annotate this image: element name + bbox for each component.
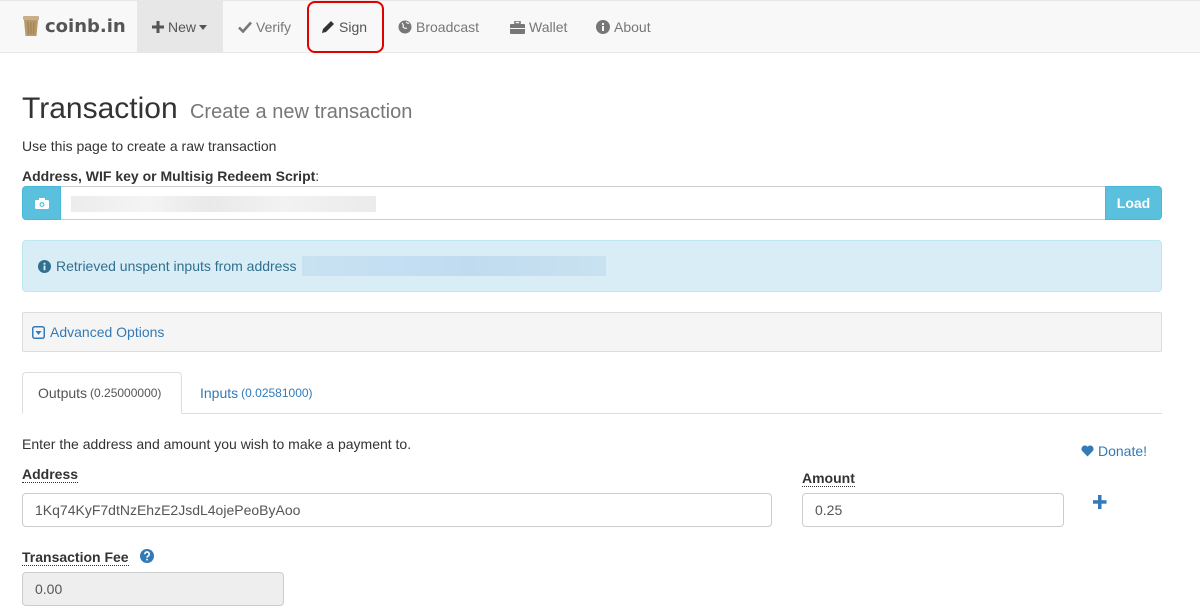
redacted-alert-address bbox=[302, 256, 607, 276]
nav-wallet[interactable]: Wallet bbox=[495, 1, 582, 53]
briefcase-icon bbox=[510, 20, 525, 34]
camera-button[interactable] bbox=[22, 186, 61, 220]
info-icon bbox=[596, 20, 610, 34]
address-label-text: Address, WIF key or Multisig Redeem Scri… bbox=[22, 168, 316, 184]
info-alert: Retrieved unspent inputs from address bbox=[22, 240, 1162, 292]
question-circle-icon[interactable] bbox=[140, 549, 154, 566]
nav-verify[interactable]: Verify bbox=[223, 1, 306, 53]
outputs-intro: Enter the address and amount you wish to… bbox=[22, 436, 412, 452]
brand-name: coinb.in bbox=[45, 15, 126, 37]
check-icon bbox=[238, 21, 252, 33]
info-circle-icon bbox=[38, 259, 51, 273]
address-input-group: Load bbox=[22, 186, 1162, 220]
navbar: coinb.in New Verify Sign Broadcast Walle… bbox=[0, 0, 1200, 53]
output-amount-input[interactable]: 0.25 bbox=[802, 493, 1064, 527]
tab-outputs-value: (0.25000000) bbox=[90, 386, 162, 400]
page-intro: Use this page to create a raw transactio… bbox=[22, 138, 277, 154]
add-output-button[interactable] bbox=[1092, 494, 1108, 510]
nav-broadcast-label: Broadcast bbox=[416, 19, 480, 35]
page-subtitle: Create a new transaction bbox=[189, 101, 413, 123]
address-label: Address, WIF key or Multisig Redeem Scri… bbox=[22, 168, 320, 184]
tab-inputs[interactable]: Inputs (0.02581000) bbox=[185, 372, 328, 414]
plus-icon bbox=[152, 21, 164, 33]
sign-highlight-box bbox=[307, 1, 384, 53]
tab-inputs-value: (0.02581000) bbox=[241, 386, 313, 400]
bin-icon bbox=[22, 15, 40, 37]
nav-about[interactable]: About bbox=[581, 1, 666, 53]
donate-label: Donate! bbox=[1098, 443, 1148, 459]
advanced-options-panel[interactable]: Advanced Options bbox=[22, 312, 1162, 352]
address-input[interactable] bbox=[61, 186, 1105, 220]
output-amount-label: Amount bbox=[802, 470, 855, 487]
nav-wallet-label: Wallet bbox=[529, 19, 568, 35]
nav-broadcast[interactable]: Broadcast bbox=[383, 1, 494, 53]
page-title-text: Transaction bbox=[22, 92, 178, 125]
tab-outputs[interactable]: Outputs (0.25000000) bbox=[22, 372, 182, 414]
plus-icon bbox=[1093, 495, 1107, 509]
fee-input: 0.00 bbox=[22, 572, 284, 606]
nav-new-label: New bbox=[168, 19, 197, 35]
tab-outputs-label: Outputs bbox=[38, 385, 88, 401]
alert-text: Retrieved unspent inputs from address bbox=[56, 258, 297, 274]
load-button[interactable]: Load bbox=[1105, 186, 1162, 220]
output-address-label: Address bbox=[22, 466, 79, 483]
nav-new[interactable]: New bbox=[137, 1, 223, 53]
heart-icon bbox=[1081, 445, 1094, 457]
advanced-options-label: Advanced Options bbox=[50, 324, 165, 340]
collapse-toggle-icon bbox=[32, 325, 45, 339]
brand-logo[interactable]: coinb.in bbox=[22, 12, 126, 40]
output-address-input[interactable]: 1Kq74KyF7dtNzEhzE2JsdL4ojePeoByAoo bbox=[22, 493, 772, 527]
caret-down-icon bbox=[199, 24, 208, 30]
redacted-address bbox=[71, 196, 376, 212]
page-title: Transaction Create a new transaction bbox=[22, 92, 412, 126]
fee-label: Transaction Fee bbox=[22, 549, 129, 566]
camera-icon bbox=[34, 197, 49, 209]
donate-link[interactable]: Donate! bbox=[1081, 443, 1147, 459]
tab-inputs-label: Inputs bbox=[200, 385, 239, 401]
nav-about-label: About bbox=[614, 19, 651, 35]
nav-verify-label: Verify bbox=[256, 19, 292, 35]
globe-icon bbox=[398, 20, 412, 34]
